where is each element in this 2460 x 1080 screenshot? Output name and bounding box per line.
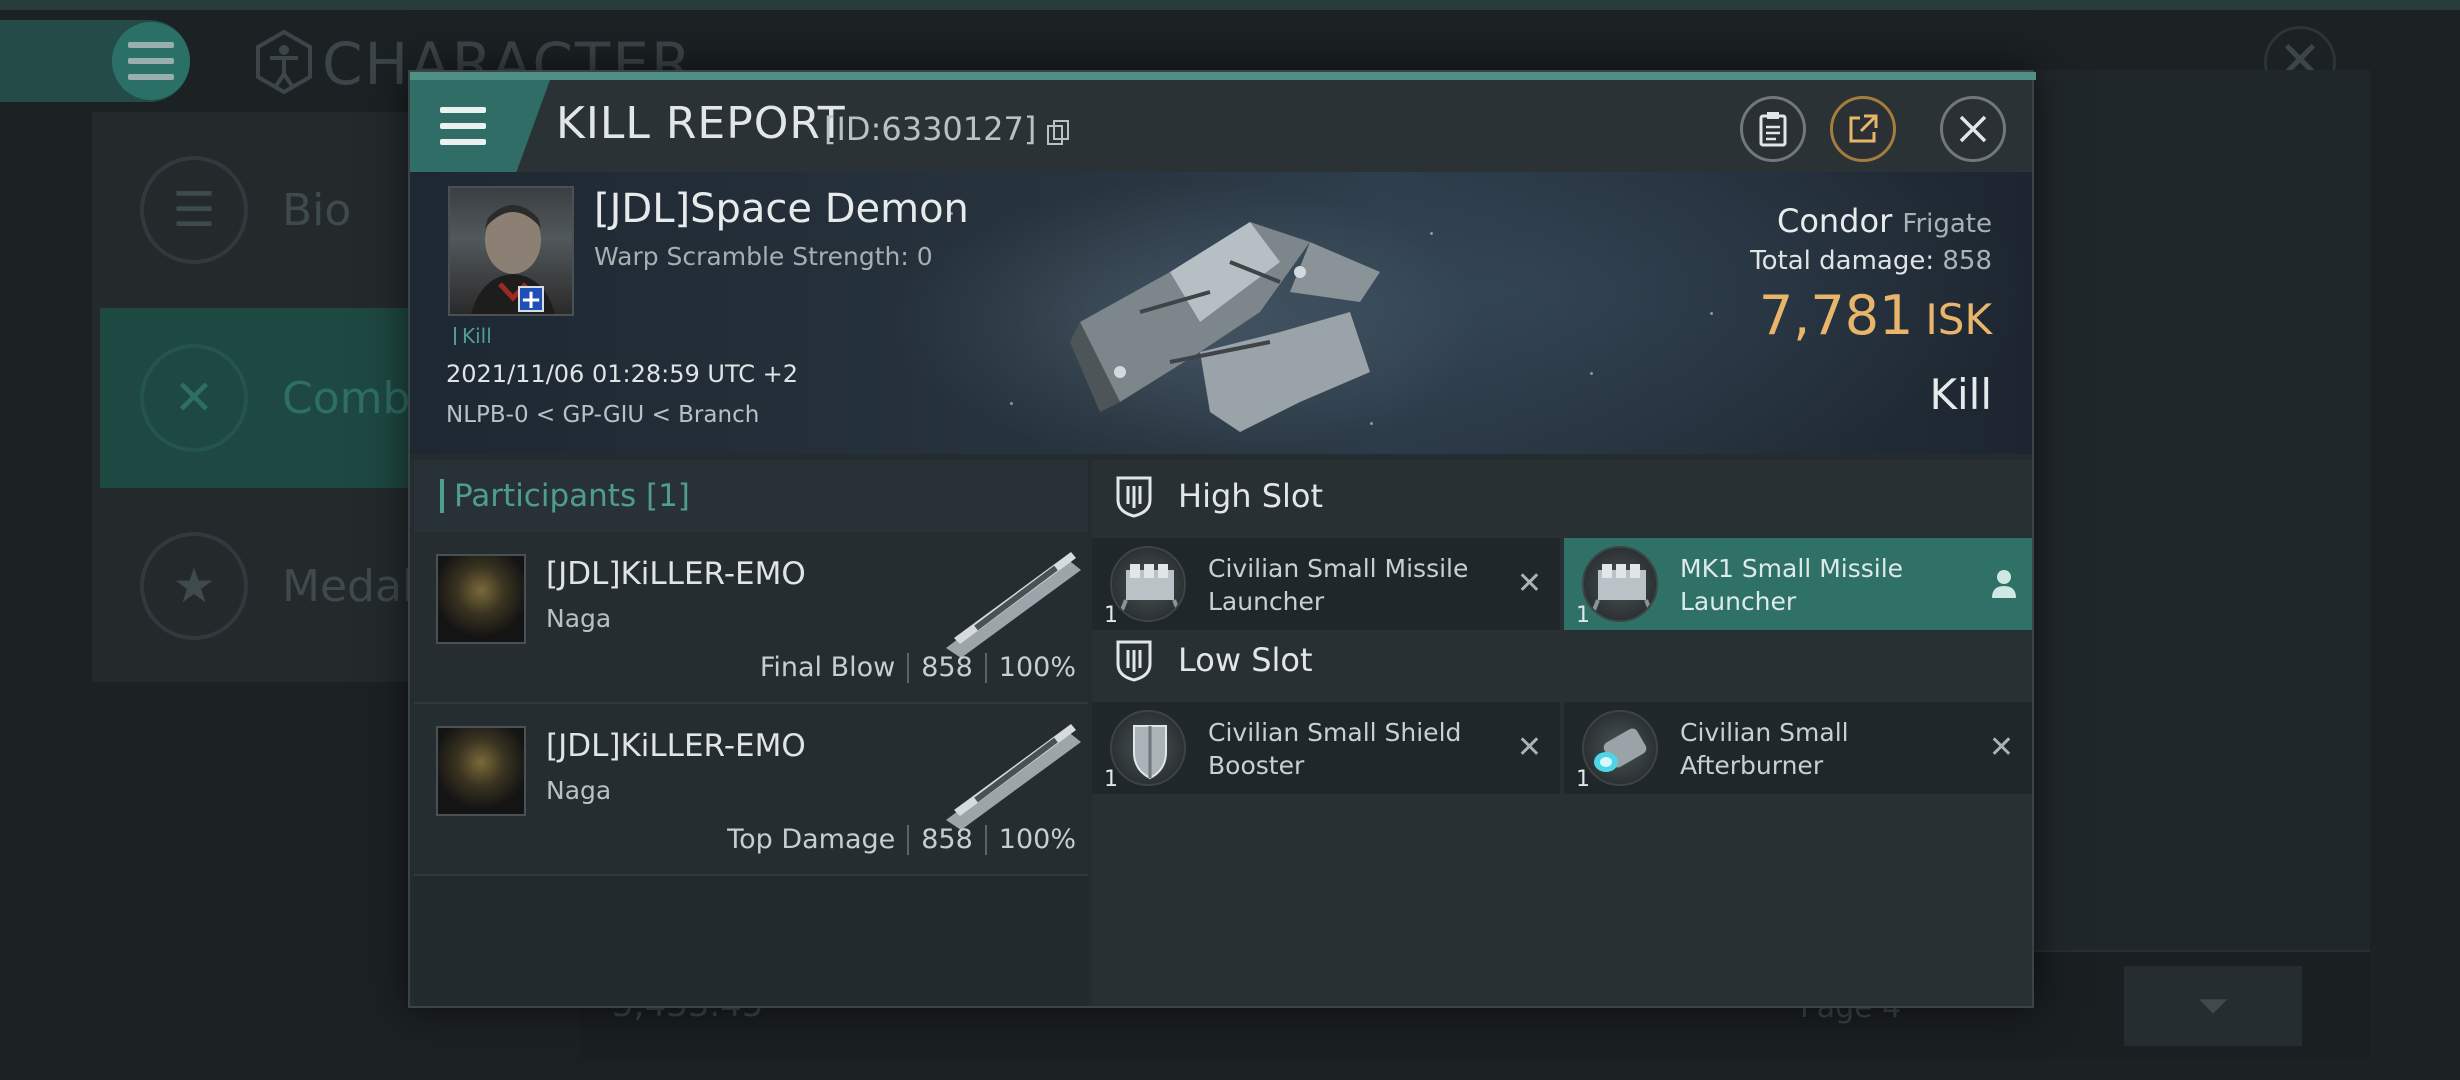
sidebar-item-bio[interactable]: ☰ Bio [100,120,410,300]
module-item[interactable]: 1 Civilian Small Shield Booster ✕ [1092,702,1560,794]
missile-launcher-icon [1110,546,1186,622]
fitting-panel: High Slot 1 Civilian Small Missile Launc… [1092,460,2032,1006]
main-menu-button[interactable] [112,22,190,100]
total-damage-value: 858 [1942,246,1992,276]
afterburner-icon [1582,710,1658,786]
destroyed-icon: ✕ [1988,730,2014,765]
module-quantity: 1 [1576,767,1590,792]
kill-tag: Kill [454,324,492,348]
avatar [471,205,555,314]
user-icon [1992,570,2016,598]
module-item[interactable]: 1 MK1 Small Missile Launcher [1564,538,2032,630]
module-quantity: 1 [1104,767,1118,792]
participant-role: Top Damage [727,824,896,855]
low-slot-header: Low Slot [1092,624,2032,696]
participants-panel: Participants [1] [JDL]KiLLER-EMO Naga Fi… [414,460,1088,1006]
avatar[interactable] [436,726,526,816]
ship-type: Condor [1776,202,1893,240]
module-item[interactable]: 1 Civilian Small Missile Launcher ✕ [1092,538,1560,630]
menu-icon [440,107,486,145]
module-name: Civilian Small Missile Launcher [1208,554,1469,616]
character-icon [256,30,312,94]
high-slot-label: High Slot [1178,477,1324,515]
isk-amount: 7,781 [1758,284,1914,347]
high-slot-icon [1116,476,1152,518]
kill-report-modal: KILL REPORT [ID:6330127] + [JDL]Space De… [408,70,2036,1008]
participant-name: [JDL]KiLLER-EMO [546,728,806,764]
sidebar-item-label: Bio [282,184,352,236]
sidebar-item-combat[interactable]: ✕ Combat [100,308,455,488]
filter-button[interactable]: ⏷ [2124,966,2302,1046]
clipboard-button[interactable] [1740,96,1806,162]
destroyed-icon: ✕ [1516,730,1542,765]
low-slot-label: Low Slot [1178,641,1313,679]
modal-header: KILL REPORT [ID:6330127] [410,80,2032,172]
copy-icon[interactable] [1046,120,1070,146]
right-panel [2034,70,2370,950]
modal-accent-line [410,72,2036,80]
module-name: Civilian Small Shield Booster [1208,718,1462,780]
module-name: Civilian Small Afterburner [1680,718,1849,780]
plus-badge-icon: + [518,286,544,313]
ship-class: Frigate [1902,209,1992,239]
clipboard-icon [1759,112,1787,147]
share-button[interactable] [1830,96,1896,162]
participant-percent: 100% [998,652,1076,683]
sidebar-item-label: Medal [282,560,415,612]
sidebar-item-medal[interactable]: ★ Medal [100,496,414,676]
menu-icon [128,42,174,80]
warp-scramble-strength: Warp Scramble Strength: 0 [594,242,933,271]
modal-title: KILL REPORT [556,98,846,149]
participant-row[interactable]: [JDL]KiLLER-EMO Naga Final Blow 858 100% [414,532,1088,704]
participants-count: [1] [645,478,690,514]
participants-tab[interactable]: Participants [1] [414,460,1088,532]
kill-result: Kill [1929,370,1992,419]
participant-percent: 100% [998,824,1076,855]
participant-role: Final Blow [759,652,896,683]
weapon-icon [946,724,1081,830]
low-slot-icon [1116,640,1152,682]
isk-value: 7,781 ISK [1759,284,1992,347]
close-button[interactable] [1940,96,2006,162]
participants-label: Participants [454,478,637,514]
victim-name[interactable]: [JDL]Space Demon [594,186,969,232]
kill-location: NLPB-0 < GP-GIU < Branch [446,402,760,428]
close-icon [1959,115,1987,143]
victim-banner: + [JDL]Space Demon Warp Scramble Strengt… [410,172,2032,454]
participant-damage: 858 [921,824,973,855]
total-damage: Total damage: 858 [1750,246,1992,276]
participant-damage: 858 [921,652,973,683]
module-name: MK1 Small Missile Launcher [1680,554,1904,616]
share-icon [1849,114,1878,143]
destroyed-icon: ✕ [1516,566,1542,601]
avatar[interactable] [436,554,526,644]
module-item[interactable]: 1 Civilian Small Afterburner ✕ [1564,702,2032,794]
top-bar [0,0,2460,10]
weapon-icon [946,552,1081,658]
report-id: [ID:6330127] [824,110,1037,148]
isk-unit: ISK [1925,295,1992,344]
total-damage-label: Total damage: [1750,246,1935,276]
star-badge-icon: ★ [140,532,248,640]
ship-name[interactable]: Condor Frigate [1777,202,1992,240]
filter-icon: ⏷ [2197,983,2229,1029]
crossed-swords-icon: ✕ [140,344,248,452]
participant-ship: Naga [546,604,612,633]
victim-portrait[interactable] [448,186,574,316]
ship-image [1070,222,1380,432]
participant-stats: Top Damage 858 100% [727,824,1076,855]
modal-menu-button[interactable] [410,80,550,172]
participant-stats: Final Blow 858 100% [760,652,1076,683]
list-icon: ☰ [140,156,248,264]
participant-name: [JDL]KiLLER-EMO [546,556,806,592]
participant-row[interactable]: [JDL]KiLLER-EMO Naga Top Damage 858 100% [414,704,1088,876]
high-slot-header: High Slot [1092,460,2032,532]
participant-ship: Naga [546,776,612,805]
shield-booster-icon [1110,710,1186,786]
missile-launcher-icon [1582,546,1658,622]
kill-datetime: 2021/11/06 01:28:59 UTC +2 [446,360,798,388]
